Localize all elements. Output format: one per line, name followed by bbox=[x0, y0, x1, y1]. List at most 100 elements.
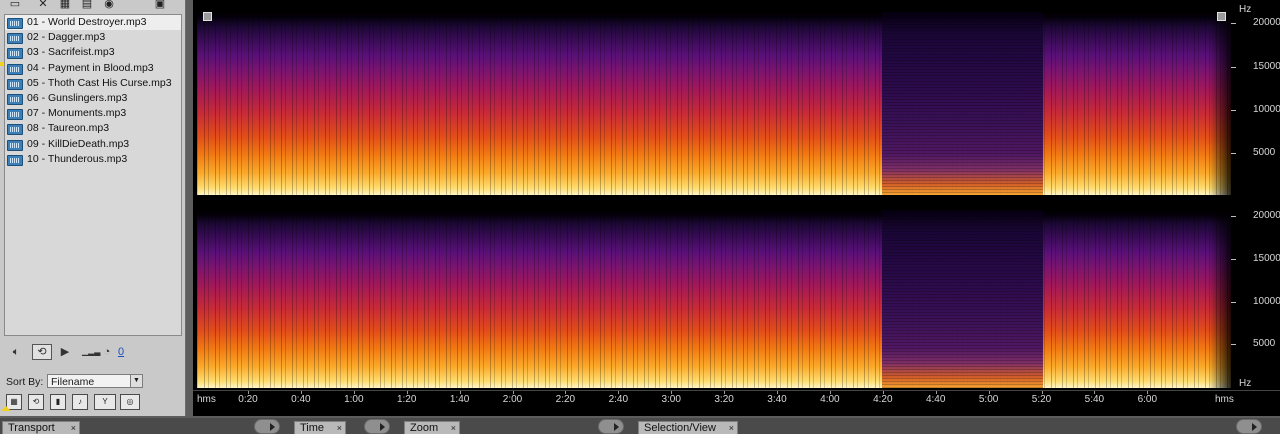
file-list-item[interactable]: 06 - Gunslingers.mp3 bbox=[5, 91, 181, 106]
loop-icon[interactable]: ⟲ bbox=[32, 344, 52, 360]
freq-label: 20000 bbox=[1253, 210, 1280, 221]
edit-icon[interactable]: ♪ bbox=[72, 394, 88, 410]
freq-tick bbox=[1231, 110, 1236, 111]
freq-tick bbox=[1231, 259, 1236, 260]
time-label: 0:20 bbox=[238, 394, 258, 405]
time-label: 3:20 bbox=[714, 394, 734, 405]
file-list-item[interactable]: 09 - KillDieDeath.mp3 bbox=[5, 137, 181, 152]
tab-label: Selection/View bbox=[644, 422, 716, 434]
file-list-item[interactable]: 02 - Dagger.mp3 bbox=[5, 30, 181, 45]
zoom-handle-left[interactable] bbox=[203, 12, 212, 21]
audio-file-icon bbox=[7, 154, 23, 166]
audio-file-icon bbox=[7, 124, 23, 136]
panel-grip-icon[interactable] bbox=[1236, 419, 1262, 434]
file-name: 02 - Dagger.mp3 bbox=[27, 31, 106, 44]
spectrogram-channel-left[interactable] bbox=[197, 12, 1231, 195]
insert-icon[interactable]: ◉ bbox=[102, 0, 116, 11]
panel-tab-bar: Transport × Time × Zoom × Selection/View… bbox=[0, 418, 1280, 434]
audio-file-icon bbox=[7, 63, 23, 75]
time-label: 2:40 bbox=[608, 394, 629, 405]
freq-tick bbox=[1231, 23, 1236, 24]
panel-grip-icon[interactable] bbox=[254, 419, 280, 434]
freq-tick bbox=[1231, 302, 1236, 303]
spectral-display[interactable]: Hz 20000 15000 10000 5000 20000 15000 10… bbox=[193, 0, 1280, 416]
audio-file-icon bbox=[7, 139, 23, 151]
time-label: 4:40 bbox=[925, 394, 946, 405]
file-list-item[interactable]: 08 - Taureon.mp3 bbox=[5, 121, 181, 136]
time-label: 4:00 bbox=[820, 394, 840, 405]
cd-icon[interactable]: ▤ bbox=[80, 0, 94, 11]
file-list-item[interactable]: 04 - Payment in Blood.mp3 bbox=[5, 61, 181, 76]
freq-tick bbox=[1231, 153, 1236, 154]
time-label: 5:00 bbox=[978, 394, 999, 405]
file-list-item[interactable]: 03 - Sacrifeist.mp3 bbox=[5, 45, 181, 60]
close-icon[interactable]: × bbox=[71, 422, 76, 434]
close-file-icon[interactable]: ✕ bbox=[36, 0, 50, 11]
freq-label: 5000 bbox=[1253, 147, 1276, 158]
tab-zoom[interactable]: Zoom × bbox=[404, 421, 460, 434]
tab-selection-view[interactable]: Selection/View × bbox=[638, 421, 738, 434]
markers-icon[interactable]: ▮ bbox=[50, 394, 66, 410]
tab-label: Time bbox=[300, 422, 325, 434]
spectrogram-channel-right[interactable] bbox=[197, 210, 1231, 388]
close-icon[interactable]: × bbox=[337, 422, 342, 434]
file-list-item[interactable]: 01 - World Destroyer.mp3 bbox=[5, 15, 181, 31]
fade-out-region bbox=[1209, 210, 1231, 388]
tab-label: Transport bbox=[8, 422, 55, 434]
freq-tick bbox=[1231, 67, 1236, 68]
speaker-icon[interactable]: 🔈︎ bbox=[8, 344, 24, 360]
time-label: 4:20 bbox=[873, 394, 893, 405]
file-list-item[interactable]: 07 - Monuments.mp3 bbox=[5, 106, 181, 121]
auto-play-icon[interactable]: ⟲ bbox=[28, 394, 44, 410]
freq-label: 15000 bbox=[1253, 61, 1280, 72]
time-label: 2:00 bbox=[502, 394, 523, 405]
cd-drive-icon[interactable]: ◎ bbox=[120, 394, 140, 410]
time-label: 5:40 bbox=[1084, 394, 1105, 405]
time-unit-label: hms bbox=[1215, 394, 1234, 405]
quiet-section bbox=[882, 12, 1043, 195]
freq-label: 15000 bbox=[1253, 253, 1280, 264]
panel-grip-icon[interactable] bbox=[364, 419, 390, 434]
time-label: 3:00 bbox=[661, 394, 681, 405]
close-icon[interactable]: × bbox=[729, 422, 734, 434]
time-label: 1:20 bbox=[396, 394, 417, 405]
time-ruler[interactable]: hms hms 0:20 0:40 1:00 1:20 1:40 2:00 2:20 2:40… bbox=[193, 390, 1280, 409]
close-icon[interactable]: × bbox=[451, 422, 456, 434]
knob-icon[interactable]: ◔ bbox=[100, 344, 114, 360]
file-list-item[interactable]: 10 - Thunderous.mp3 bbox=[5, 152, 181, 167]
file-name: 08 - Taureon.mp3 bbox=[27, 122, 110, 135]
zoom-handle-right[interactable] bbox=[1217, 12, 1226, 21]
audio-file-icon bbox=[7, 33, 23, 45]
tab-time[interactable]: Time × bbox=[294, 421, 346, 434]
time-unit-label: hms bbox=[197, 394, 216, 405]
panel-grip-icon[interactable] bbox=[598, 419, 624, 434]
sort-select[interactable]: Filename ▼ bbox=[47, 374, 143, 388]
play-icon[interactable]: ▶ bbox=[60, 344, 70, 360]
freq-tick bbox=[1231, 216, 1236, 217]
tab-label: Zoom bbox=[410, 422, 439, 434]
freq-unit-label: Hz bbox=[1239, 4, 1252, 15]
file-list: 01 - World Destroyer.mp3 02 - Dagger.mp3… bbox=[4, 14, 182, 336]
quiet-section bbox=[882, 210, 1043, 388]
tab-transport[interactable]: Transport × bbox=[2, 421, 80, 434]
multitrack-icon[interactable]: ▦ bbox=[58, 0, 72, 11]
frequency-ruler: Hz 20000 15000 10000 5000 20000 15000 10… bbox=[1231, 0, 1280, 390]
volume-level-value[interactable]: 0 bbox=[116, 344, 126, 360]
file-name: 06 - Gunslingers.mp3 bbox=[27, 91, 128, 104]
volume-icon[interactable]: ▁▂▃ bbox=[82, 344, 100, 360]
audio-file-icon bbox=[7, 109, 23, 121]
time-label: 3:40 bbox=[767, 394, 787, 405]
file-name: 07 - Monuments.mp3 bbox=[27, 107, 127, 120]
sort-row: Sort By: Filename ▼ bbox=[6, 374, 182, 390]
file-name: 10 - Thunderous.mp3 bbox=[27, 152, 128, 165]
time-label: 1:40 bbox=[449, 394, 470, 405]
open-file-icon[interactable]: ▭ bbox=[8, 0, 22, 11]
file-name: 09 - KillDieDeath.mp3 bbox=[27, 137, 130, 150]
panel-menu-icon[interactable]: ▣ bbox=[152, 0, 168, 11]
file-list-item[interactable]: 05 - Thoth Cast His Curse.mp3 bbox=[5, 76, 181, 91]
time-label: 0:40 bbox=[291, 394, 311, 405]
preview-controls: 🔈︎ ⟲ ▶ ▁▂▃ ◔ 0 bbox=[4, 340, 180, 364]
freq-unit-label: Hz bbox=[1239, 378, 1252, 389]
playhead-marker[interactable] bbox=[1, 406, 11, 411]
filter-icon[interactable]: Y bbox=[94, 394, 116, 410]
